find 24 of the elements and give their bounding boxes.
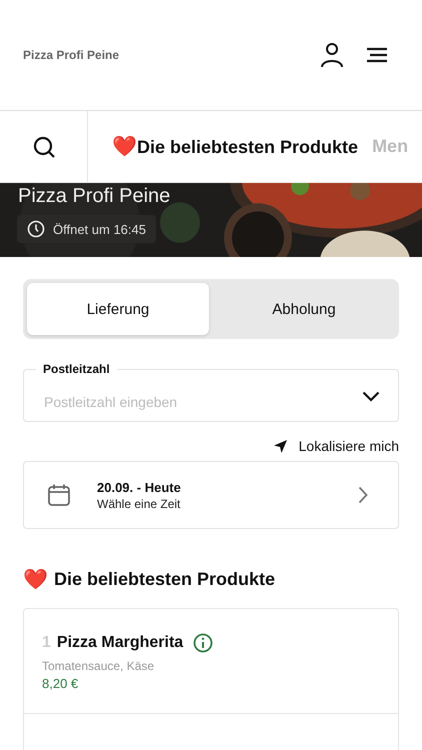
product-name[interactable]: Pizza Margherita: [56, 634, 184, 652]
delivery-mode-tab[interactable]: Abholung: [213, 283, 395, 335]
account-icon[interactable]: [320, 42, 344, 68]
menu-icon[interactable]: [366, 47, 388, 63]
category-tab[interactable]: ❤Die beliebtesten Produkte: [112, 134, 358, 159]
restaurant-name: Pizza Profi Peine: [23, 48, 120, 62]
time-picker[interactable]: 20.09. - Heute Wähle eine Zeit: [23, 461, 399, 529]
delivery-mode-tab[interactable]: Lieferung: [27, 283, 209, 335]
chevron-right-icon: [358, 486, 368, 504]
search-icon: [32, 134, 56, 158]
location-arrow-icon: [272, 438, 288, 454]
delivery-date: 20.09. - Heute: [97, 480, 182, 494]
opening-time: Öffnet um 16:45: [53, 222, 146, 236]
locate-me-link[interactable]: Lokalisiere mich: [272, 438, 399, 454]
chevron-down-icon: [362, 391, 380, 402]
product-description: Tomatensauce, Käse: [42, 659, 156, 673]
section-title: ❤ Die beliebtesten Produkte: [23, 568, 276, 592]
field-label: Postleitzahl: [36, 362, 117, 376]
time-hint: Wähle eine Zeit: [97, 496, 182, 510]
clock-icon: [27, 220, 45, 238]
calendar-icon: [47, 483, 71, 507]
info-icon[interactable]: [193, 633, 214, 653]
product-price: 8,20 €: [42, 676, 80, 691]
restaurant-title: Pizza Profi Peine: [18, 185, 170, 208]
